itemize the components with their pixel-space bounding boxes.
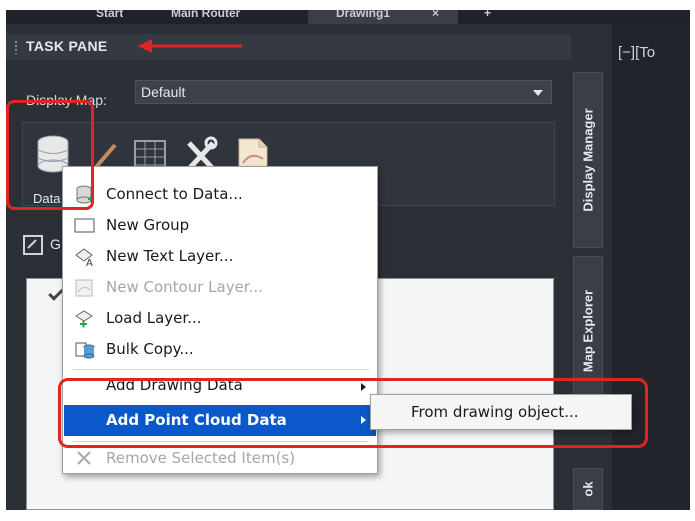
display-map-value: Default bbox=[141, 84, 186, 100]
menu-item-label: Connect to Data... bbox=[106, 185, 243, 203]
menu-item-bulk-copy[interactable]: Bulk Copy... bbox=[64, 334, 376, 365]
group-icon bbox=[74, 218, 95, 233]
bulk-copy-icon bbox=[75, 342, 95, 359]
tab-drawing[interactable]: Drawing1 bbox=[336, 10, 390, 24]
menu-item-label: New Text Layer... bbox=[106, 247, 234, 265]
remove-icon bbox=[77, 451, 91, 465]
menu-separator bbox=[73, 369, 369, 370]
viewport-controls-label[interactable]: [−][To bbox=[618, 44, 655, 61]
tab-main[interactable]: Main Router bbox=[171, 10, 240, 24]
tab-display-manager[interactable]: Display Manager bbox=[573, 72, 603, 248]
annotation-highlight-point-cloud bbox=[58, 378, 648, 448]
new-tab-button[interactable]: + bbox=[484, 10, 491, 24]
layer-toolbar-label: G bbox=[50, 236, 61, 252]
menu-item-connect-to-data[interactable]: Connect to Data... bbox=[64, 179, 376, 210]
menu-item-new-contour-layer[interactable]: New Contour Layer... bbox=[64, 272, 376, 303]
tab-map-explorer-label: Map Explorer bbox=[580, 289, 596, 373]
menu-item-new-group[interactable]: New Group bbox=[64, 210, 376, 241]
load-layer-icon bbox=[75, 310, 93, 328]
tab-map-book-label: ok bbox=[580, 481, 596, 497]
menu-item-label: Remove Selected Item(s) bbox=[106, 449, 296, 467]
menu-item-label: New Group bbox=[106, 216, 190, 234]
menu-item-label: Bulk Copy... bbox=[106, 340, 194, 358]
menu-item-new-text-layer[interactable]: A New Text Layer... bbox=[64, 241, 376, 272]
menu-item-load-layer[interactable]: Load Layer... bbox=[64, 303, 376, 334]
text-layer-icon: A bbox=[75, 248, 93, 267]
task-pane-title: TASK PANE bbox=[26, 38, 108, 54]
tab-start[interactable]: Start bbox=[96, 10, 123, 24]
display-map-select[interactable]: Default bbox=[135, 80, 552, 104]
grip-icon[interactable] bbox=[14, 40, 18, 54]
tab-close-icon[interactable]: × bbox=[432, 10, 439, 24]
chevron-down-icon bbox=[533, 90, 543, 96]
contour-layer-icon bbox=[75, 279, 93, 297]
task-pane-header: TASK PANE bbox=[6, 34, 571, 60]
svg-text:A: A bbox=[86, 258, 93, 267]
document-tab-strip: Start Main Router Drawing1 × + bbox=[6, 10, 690, 24]
menu-item-label: Load Layer... bbox=[106, 309, 202, 327]
tab-display-manager-label: Display Manager bbox=[580, 108, 596, 212]
menu-item-label: New Contour Layer... bbox=[106, 278, 263, 296]
annotation-arrow-icon bbox=[138, 39, 242, 53]
layer-icon[interactable] bbox=[22, 234, 44, 256]
annotation-highlight-data-button bbox=[6, 100, 94, 210]
tab-map-book[interactable]: ok bbox=[573, 468, 603, 510]
menu-item-remove-selected[interactable]: Remove Selected Item(s) bbox=[64, 447, 376, 473]
